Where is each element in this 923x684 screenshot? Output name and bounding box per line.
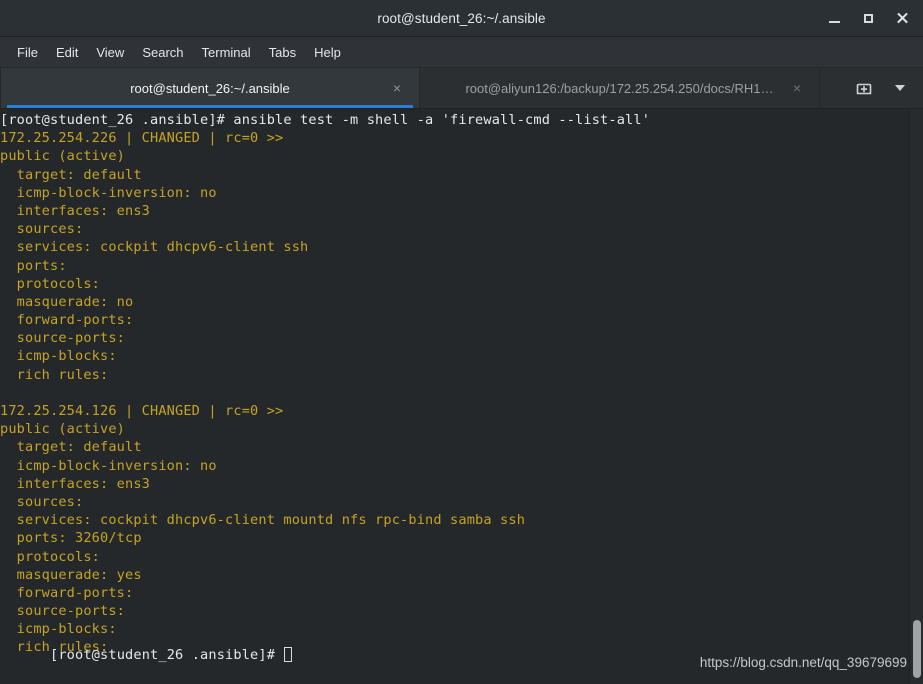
terminal-output: [root@student_26 .ansible]# ansible test… (0, 109, 909, 684)
tab-bar: root@student_26:~/.ansible × root@aliyun… (0, 68, 923, 109)
chevron-down-icon (895, 85, 905, 91)
terminal-line: icmp-block-inversion: no (0, 457, 217, 474)
text-cursor (284, 646, 293, 662)
terminal-line: forward-ports: (0, 584, 134, 601)
menu-item-tabs[interactable]: Tabs (260, 42, 305, 63)
menu-item-view[interactable]: View (87, 42, 133, 63)
shell-prompt: [root@student_26 .ansible]# (50, 646, 284, 663)
maximize-icon (863, 13, 873, 23)
terminal-line: services: cockpit dhcpv6-client mountd n… (0, 512, 526, 529)
terminal-line: source-ports: (0, 330, 126, 347)
terminal-line: services: cockpit dhcpv6-client ssh (0, 239, 309, 256)
terminal-line: icmp-blocks: (0, 348, 117, 365)
menu-bar: File Edit View Search Terminal Tabs Help (0, 37, 923, 68)
terminal-line: interfaces: ens3 (0, 202, 151, 219)
maximize-button[interactable] (851, 3, 885, 33)
tab-aliyun126[interactable]: root@aliyun126:/backup/172.25.254.250/do… (420, 68, 820, 108)
tab-close-icon[interactable]: × (389, 80, 405, 96)
terminal-line: ports: 3260/tcp (0, 530, 142, 547)
terminal-window: root@student_26:~/.ansible File Edit Vie… (0, 0, 923, 684)
minimize-icon (828, 20, 840, 23)
terminal-area[interactable]: [root@student_26 .ansible]# ansible test… (0, 109, 923, 684)
tab-label: root@aliyun126:/backup/172.25.254.250/do… (465, 80, 774, 96)
terminal-line: 172.25.254.226 | CHANGED | rc=0 >> (0, 130, 284, 147)
terminal-line: [root@student_26 .ansible]# ansible test… (0, 112, 651, 128)
terminal-line: protocols: (0, 548, 101, 565)
terminal-line: public (active) (0, 148, 126, 165)
terminal-scrollbar[interactable] (909, 109, 923, 684)
menu-item-edit[interactable]: Edit (47, 42, 87, 63)
terminal-line: rich rules: (0, 366, 109, 383)
terminal-line: public (active) (0, 421, 126, 438)
menu-item-search[interactable]: Search (133, 42, 192, 63)
tab-close-icon[interactable]: × (789, 80, 805, 96)
terminal-line: masquerade: no (0, 293, 134, 310)
tab-student26[interactable]: root@student_26:~/.ansible × (0, 68, 420, 108)
terminal-line: sources: (0, 493, 84, 510)
scrollbar-thumb[interactable] (913, 620, 921, 678)
terminal-line: target: default (0, 166, 142, 183)
terminal-line: protocols: (0, 275, 101, 292)
terminal-line: source-ports: (0, 603, 126, 620)
window-controls (817, 0, 919, 36)
menu-item-terminal[interactable]: Terminal (193, 42, 260, 63)
active-tab-indicator (7, 105, 413, 108)
new-tab-button[interactable] (847, 71, 881, 105)
terminal-line: forward-ports: (0, 312, 134, 329)
new-tab-icon (856, 83, 872, 95)
window-title: root@student_26:~/.ansible (377, 10, 546, 26)
minimize-button[interactable] (817, 3, 851, 33)
close-icon (896, 12, 908, 24)
close-button[interactable] (885, 3, 919, 33)
terminal-line: interfaces: ens3 (0, 475, 151, 492)
terminal-prompt-line: [root@student_26 .ansible]# (0, 627, 293, 682)
terminal-line: sources: (0, 221, 84, 238)
menu-item-file[interactable]: File (8, 42, 47, 63)
terminal-line: masquerade: yes (0, 566, 142, 583)
terminal-line: 172.25.254.126 | CHANGED | rc=0 >> (0, 403, 284, 419)
tab-bar-actions (847, 68, 923, 108)
menu-item-help[interactable]: Help (305, 42, 350, 63)
terminal-line: icmp-block-inversion: no (0, 184, 217, 201)
tab-label: root@student_26:~/.ansible (130, 80, 290, 96)
title-bar: root@student_26:~/.ansible (0, 0, 923, 37)
terminal-line: target: default (0, 439, 142, 456)
terminal-line: ports: (0, 257, 67, 274)
tab-list-button[interactable] (883, 71, 917, 105)
